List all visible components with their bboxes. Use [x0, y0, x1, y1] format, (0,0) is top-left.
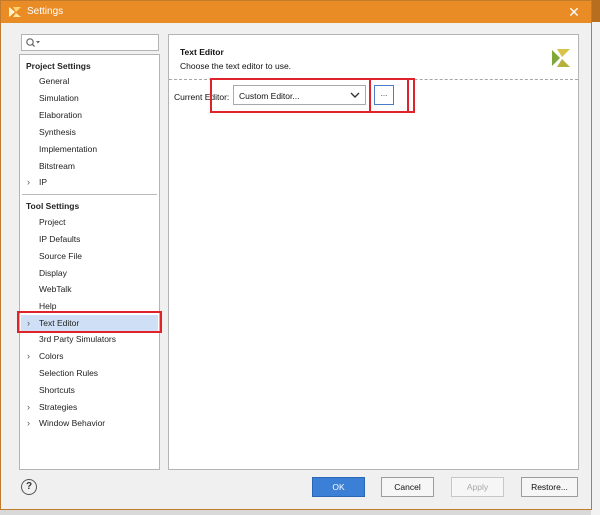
restore-button[interactable]: Restore... — [521, 477, 578, 497]
tree-item-label: Colors — [39, 351, 64, 361]
page-title: Text Editor — [180, 47, 224, 57]
tree-item-label: Selection Rules — [39, 368, 99, 378]
page-description: Choose the text editor to use. — [180, 61, 292, 71]
tree-item-label: Source File — [39, 251, 82, 261]
cancel-button[interactable]: Cancel — [381, 477, 434, 497]
background-window-strip — [591, 22, 600, 515]
section-header-tool-settings: Tool Settings — [26, 201, 80, 211]
chevron-right-icon: › — [27, 177, 30, 187]
search-icon — [26, 38, 40, 48]
tree-item-general[interactable]: General — [21, 73, 158, 89]
close-button[interactable]: ✕ — [557, 1, 591, 23]
tree-item-label: Display — [39, 268, 67, 278]
section-header-project-settings: Project Settings — [26, 61, 91, 71]
tree-item-elaboration[interactable]: Elaboration — [21, 107, 158, 123]
chevron-right-icon: › — [27, 402, 30, 412]
tree-item-shortcuts[interactable]: Shortcuts — [21, 382, 158, 398]
chevron-right-icon: › — [27, 318, 30, 328]
search-input[interactable] — [21, 34, 159, 51]
xilinx-logo-icon — [552, 49, 570, 67]
tree-item-colors[interactable]: › Colors — [21, 348, 158, 364]
window-title: Settings — [27, 6, 64, 17]
tree-item-label: General — [39, 76, 70, 86]
chevron-right-icon: › — [27, 418, 30, 428]
tree-item-text-editor[interactable]: › Text Editor — [21, 315, 158, 331]
tree-item-label: Bitstream — [39, 161, 75, 171]
help-button[interactable]: ? — [21, 479, 37, 495]
content-panel: Text Editor Choose the text editor to us… — [168, 34, 579, 470]
current-editor-label: Current Editor: — [174, 92, 230, 102]
tree-item-label: WebTalk — [39, 284, 72, 294]
tree-item-3rd-party-simulators[interactable]: 3rd Party Simulators — [21, 331, 158, 347]
header-divider — [169, 79, 578, 80]
tree-item-implementation[interactable]: Implementation — [21, 141, 158, 157]
tree-item-help[interactable]: Help — [21, 298, 158, 314]
title-bar: Settings ✕ — [1, 1, 591, 23]
background-window-strip — [591, 0, 600, 22]
tree-item-display[interactable]: Display — [21, 265, 158, 281]
tree-item-synthesis[interactable]: Synthesis — [21, 124, 158, 140]
tree-item-ip[interactable]: › IP — [21, 174, 158, 190]
tree-item-label: Window Behavior — [39, 418, 106, 428]
tree-item-bitstream[interactable]: Bitstream — [21, 158, 158, 174]
current-editor-value: Custom Editor... — [239, 91, 300, 101]
chevron-right-icon: › — [27, 351, 30, 361]
section-divider — [22, 194, 157, 195]
browse-editor-button[interactable]: ... — [374, 85, 394, 105]
tree-item-ip-defaults[interactable]: IP Defaults — [21, 231, 158, 247]
tree-item-project[interactable]: Project — [21, 214, 158, 230]
ok-button[interactable]: OK — [312, 477, 365, 497]
tree-item-webtalk[interactable]: WebTalk — [21, 281, 158, 297]
tree-item-label: IP — [39, 177, 48, 187]
tree-item-label: Strategies — [39, 402, 78, 412]
tree-item-label: Elaboration — [39, 110, 83, 120]
tree-item-label: Shortcuts — [39, 385, 75, 395]
tree-item-selection-rules[interactable]: Selection Rules — [21, 365, 158, 381]
tree-item-label: Synthesis — [39, 127, 76, 137]
tree-item-label: Text Editor — [39, 318, 80, 328]
tree-item-label: IP Defaults — [39, 234, 81, 244]
apply-button[interactable]: Apply — [451, 477, 504, 497]
tree-item-label: Project — [39, 217, 66, 227]
tree-item-source-file[interactable]: Source File — [21, 248, 158, 264]
chevron-down-icon — [350, 92, 360, 98]
current-editor-dropdown[interactable]: Custom Editor... — [233, 85, 366, 105]
settings-dialog: Settings ✕ Project Settings General Simu… — [0, 0, 592, 510]
tree-item-label: 3rd Party Simulators — [39, 334, 116, 344]
vivado-logo-icon — [9, 7, 21, 17]
tree-item-label: Help — [39, 301, 57, 311]
settings-tree: Project Settings General Simulation Elab… — [19, 54, 160, 470]
tree-item-label: Implementation — [39, 144, 98, 154]
tree-item-label: Simulation — [39, 93, 79, 103]
tree-item-window-behavior[interactable]: › Window Behavior — [21, 415, 158, 431]
tree-item-simulation[interactable]: Simulation — [21, 90, 158, 106]
tree-item-strategies[interactable]: › Strategies — [21, 399, 158, 415]
